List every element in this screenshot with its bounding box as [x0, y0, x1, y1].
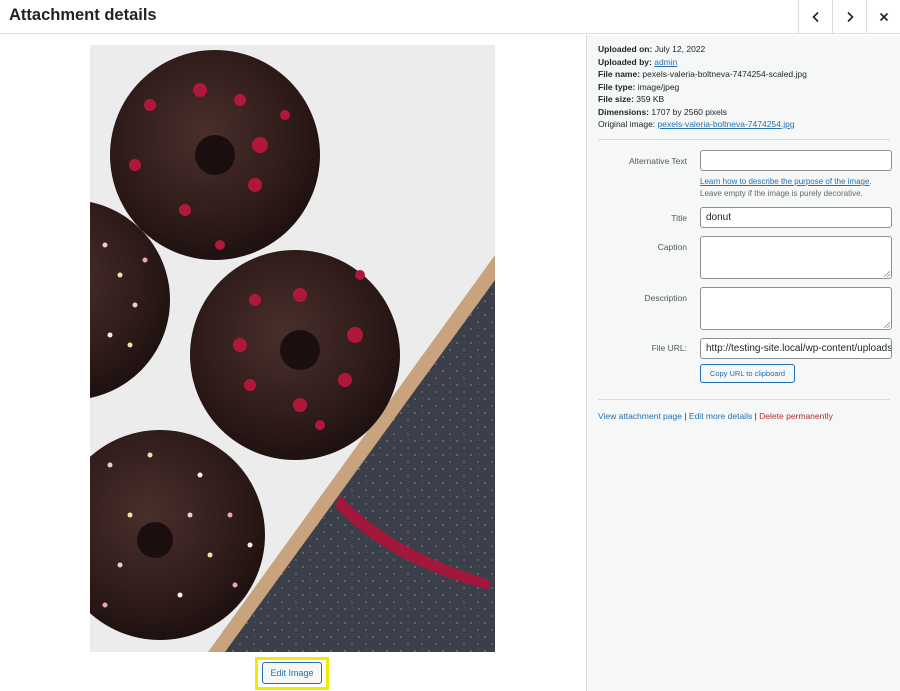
alt-text-input[interactable]	[700, 150, 892, 171]
alt-text-help-period: .	[869, 177, 872, 186]
previous-button[interactable]	[798, 0, 832, 33]
delete-permanently-link[interactable]: Delete permanently	[759, 411, 833, 421]
dimensions-label: Dimensions:	[598, 106, 650, 117]
uploaded-on-row: Uploaded on: July 12, 2022	[598, 43, 888, 56]
dimensions-row: Dimensions: 1707 by 2560 pixels	[598, 106, 888, 119]
caption-textarea[interactable]	[700, 236, 892, 279]
file-name-label: File name:	[598, 69, 641, 79]
chevron-right-icon	[846, 11, 854, 22]
actions-divider	[598, 399, 890, 400]
file-details: Uploaded on: July 12, 2022 Uploaded by: …	[598, 43, 888, 131]
original-image-label: Original image:	[598, 119, 656, 129]
next-button[interactable]	[832, 0, 866, 33]
file-type-label: File type:	[598, 81, 636, 92]
uploaded-by-link[interactable]: admin	[654, 57, 677, 67]
uploaded-by-row: Uploaded by: admin	[598, 56, 888, 69]
attachment-info-sidebar: Uploaded on: July 12, 2022 Uploaded by: …	[586, 35, 900, 691]
file-type-row: File type: image/jpeg	[598, 81, 888, 94]
details-divider	[598, 139, 890, 140]
file-name-row: File name: pexels-valeria-boltneva-74742…	[598, 68, 888, 81]
uploaded-on-label: Uploaded on:	[598, 44, 653, 54]
file-size-value: 359 KB	[636, 94, 665, 104]
file-url-input[interactable]: http://testing-site.local/wp-content/upl…	[700, 338, 892, 359]
edit-image-button[interactable]: Edit Image	[262, 662, 322, 684]
modal-title: Attachment details	[9, 6, 157, 24]
file-type-value: image/jpeg	[637, 81, 680, 92]
file-url-label: File URL:	[651, 343, 687, 353]
description-textarea[interactable]	[700, 287, 892, 330]
resize-handle-icon[interactable]	[884, 271, 890, 277]
uploaded-by-label: Uploaded by:	[598, 56, 652, 67]
modal-header: Attachment details	[0, 0, 900, 34]
title-label: Title	[671, 213, 687, 223]
file-size-label: File size:	[598, 94, 634, 104]
copy-url-button[interactable]: Copy URL to clipboard	[700, 364, 795, 383]
description-label: Description	[644, 293, 687, 303]
media-preview-area: Edit Image	[0, 35, 586, 691]
alt-text-help-text: Leave empty if the image is purely decor…	[700, 189, 863, 198]
edit-details-link[interactable]: Edit more details	[689, 411, 752, 421]
alt-text-help-link[interactable]: Learn how to describe the purpose of the…	[700, 177, 869, 186]
alt-text-label: Alternative Text	[629, 156, 687, 166]
resize-handle-icon[interactable]	[884, 322, 890, 328]
view-attachment-link[interactable]: View attachment page	[598, 411, 682, 421]
dimensions-value: 1707 by 2560 pixels	[651, 106, 728, 117]
uploaded-on-value: July 12, 2022	[654, 44, 706, 54]
title-input[interactable]: donut	[700, 207, 892, 228]
original-image-row: Original image: pexels-valeria-boltneva-…	[598, 118, 888, 131]
separator: |	[681, 411, 689, 421]
original-image-link[interactable]: pexels-valeria-boltneva-7474254.jpg	[658, 119, 795, 129]
caption-label: Caption	[657, 242, 687, 252]
attachment-actions: View attachment page | Edit more details…	[598, 411, 833, 421]
attachment-image	[90, 45, 495, 652]
file-size-row: File size: 359 KB	[598, 93, 888, 106]
chevron-left-icon	[811, 11, 819, 22]
close-icon	[879, 12, 888, 21]
file-name-value: pexels-valeria-boltneva-7474254-scaled.j…	[642, 69, 807, 79]
alt-text-help: Learn how to describe the purpose of the…	[700, 176, 892, 200]
close-button[interactable]	[866, 0, 900, 33]
